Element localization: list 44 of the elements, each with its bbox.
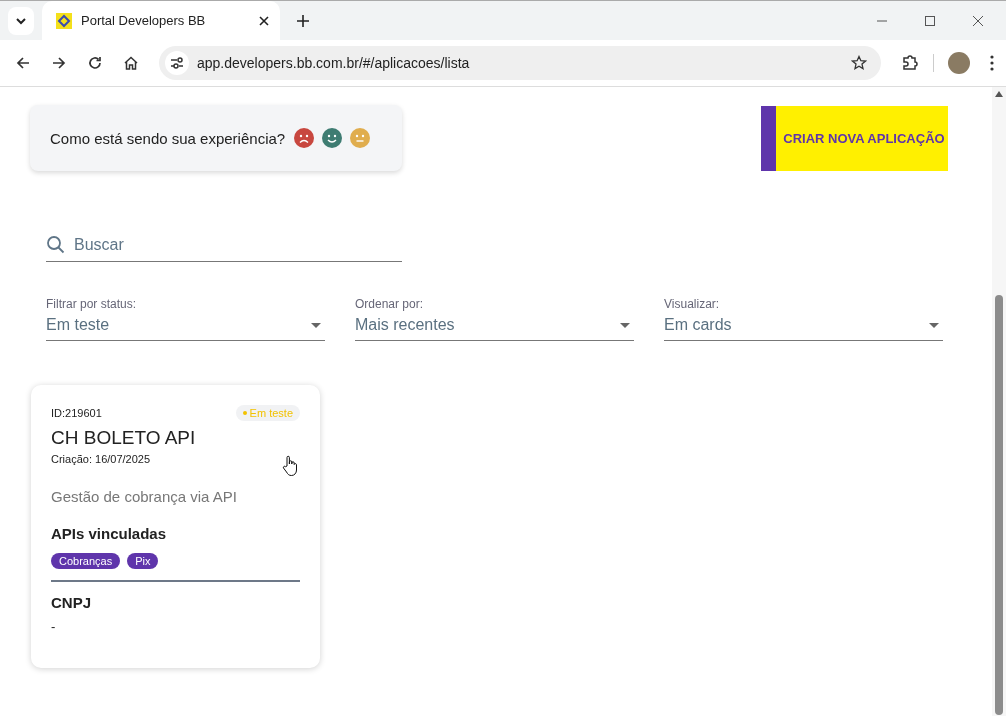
browser-tab[interactable]: Portal Developers BB — [42, 1, 280, 40]
home-icon[interactable] — [123, 55, 139, 71]
more-menu-icon[interactable] — [990, 55, 994, 71]
dropdown[interactable]: Ordenar por: Mais recentes — [355, 297, 634, 341]
sad-face-icon[interactable] — [293, 127, 316, 149]
creation-date: Criação: 16/07/2025 — [51, 453, 152, 465]
hand-pointer-icon — [282, 455, 298, 477]
scrollbar-thumb[interactable] — [995, 295, 1003, 715]
dropdown-arrow-icon — [929, 322, 939, 328]
scroll-up-arrow-icon[interactable] — [995, 91, 1003, 97]
smiling-face-icon[interactable] — [321, 127, 344, 149]
profile-avatar[interactable] — [948, 52, 970, 74]
dropdown[interactable]: Visualizar: Em cards — [664, 297, 943, 341]
puzzle-piece-icon[interactable] — [901, 54, 919, 72]
dropdown[interactable]: Filtrar por status: Em teste — [46, 297, 325, 341]
site-settings-icon[interactable] — [165, 51, 189, 75]
forward-icon[interactable] — [51, 55, 67, 71]
tab-title: Portal Developers BB — [81, 13, 207, 28]
feedback-question: Como está sendo sua experiência? — [50, 129, 286, 147]
api-tag: Pix — [127, 553, 159, 569]
create-application-button[interactable]: CRIAR NOVA APLICAÇÃO — [761, 106, 948, 171]
bookmark-star-icon[interactable] — [851, 55, 867, 71]
address-bar[interactable]: app.developers.bb.com.br/#/aplicacoes/lista — [159, 46, 881, 80]
application-card[interactable]: ID:219601 Em teste CH BOLETO API Criação: 16/07/2025 Gestão de cobrança via API APIs vinculadas Cobranças Pix CNPJ - — [31, 385, 320, 668]
dropdown-arrow-icon — [311, 322, 321, 328]
maximize-icon[interactable] — [924, 14, 936, 27]
search-icon — [46, 235, 66, 255]
back-icon[interactable] — [15, 55, 31, 71]
section-heading: CNPJ — [51, 594, 92, 611]
section-heading: APIs vinculadas — [51, 525, 168, 542]
close-icon[interactable] — [972, 14, 984, 27]
reload-icon[interactable] — [87, 55, 103, 71]
close-icon[interactable] — [258, 14, 270, 27]
application-title: CH BOLETO API — [51, 427, 197, 449]
search-field[interactable]: Buscar — [74, 236, 402, 254]
favicon-icon — [56, 12, 72, 29]
new-tab-icon[interactable] — [296, 13, 310, 28]
application-description: Gestão de cobrança via API — [51, 488, 238, 505]
cnpj-value: - — [51, 619, 57, 634]
dropdown-arrow-icon — [620, 322, 630, 328]
tab-list-button[interactable] — [8, 6, 34, 35]
api-tag: Cobranças — [51, 553, 121, 569]
application-id: ID:219601 — [51, 407, 102, 419]
status-badge: Em teste — [235, 405, 300, 421]
